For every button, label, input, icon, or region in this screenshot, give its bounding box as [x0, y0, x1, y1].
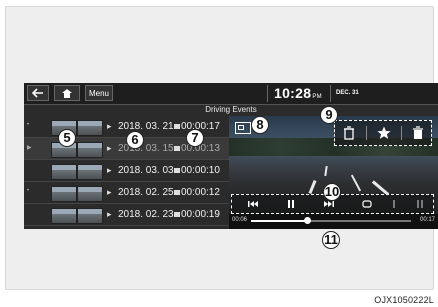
callout-11: 11	[322, 231, 340, 249]
progress-bar[interactable]: 00:06 00:17	[229, 214, 438, 229]
dashcam-icon: ▸	[107, 165, 112, 175]
event-duration: 00:00:19	[181, 209, 220, 220]
row-marker-icon	[27, 166, 31, 174]
row-marker-icon: •	[27, 188, 30, 194]
back-arrow-icon	[32, 88, 43, 98]
front-camera-thumbnail	[51, 208, 77, 224]
progress-handle[interactable]	[304, 217, 311, 224]
delete-icon[interactable]	[410, 125, 426, 141]
event-date: 2018. 03. 03	[118, 165, 174, 176]
callout-10: 10	[323, 183, 341, 201]
progress-track[interactable]	[251, 217, 411, 224]
divider	[401, 126, 402, 140]
date-display: DEC. 31	[336, 90, 359, 96]
home-button[interactable]	[54, 85, 80, 101]
skip-back-icon[interactable]	[246, 197, 260, 211]
road-marking	[308, 179, 317, 195]
extra-icon[interactable]	[387, 197, 401, 211]
divider	[267, 85, 268, 102]
video-clip-icon	[174, 211, 180, 217]
dashcam-icon: ▸	[107, 187, 112, 197]
clock-meridiem: PM	[312, 94, 322, 100]
event-date: 2018. 03. 21	[118, 121, 174, 132]
event-date: 2018. 02. 25	[118, 187, 174, 198]
front-camera-thumbnail	[51, 164, 77, 180]
event-duration-group: 00:00:12	[174, 186, 220, 199]
star-icon[interactable]	[376, 125, 392, 141]
callout-7: 7	[186, 129, 204, 147]
rear-camera-thumbnail	[77, 120, 103, 136]
road-marking	[350, 174, 362, 192]
dashcam-icon: ▸	[107, 209, 112, 219]
repeat-icon[interactable]	[360, 197, 374, 211]
elapsed-time: 00:06	[232, 217, 248, 223]
row-marker-icon: ▶	[27, 145, 32, 151]
event-duration-group: 00:00:19	[174, 208, 220, 221]
front-camera-thumbnail	[51, 186, 77, 202]
video-clip-icon	[174, 123, 180, 129]
row-marker-icon	[27, 210, 31, 218]
back-button[interactable]	[27, 85, 49, 101]
callout-8: 8	[251, 116, 269, 134]
top-bar: Menu 10:28PM DEC. 31	[24, 83, 438, 105]
callout-9: 9	[320, 106, 338, 124]
road-marking	[324, 165, 328, 177]
dashcam-icon: ▸	[107, 143, 112, 153]
infotainment-screen: Menu 10:28PM DEC. 31 Driving Events • ▸ …	[24, 83, 438, 229]
event-duration-group: 00:00:10	[174, 164, 220, 177]
progress-fill	[251, 220, 307, 222]
event-date: 2018. 02. 23	[118, 209, 174, 220]
clock-time: 10:28	[274, 85, 312, 101]
clock: 10:28PM	[274, 85, 322, 101]
rear-camera-thumbnail	[77, 142, 103, 158]
trash-icon[interactable]	[341, 125, 357, 141]
divider	[366, 126, 367, 140]
pause-icon[interactable]	[284, 197, 298, 211]
video-action-bar	[334, 120, 432, 146]
list-item[interactable]: ▸ 2018. 02. 23 00:00:19	[24, 204, 229, 226]
total-time: 00:17	[419, 217, 435, 223]
pip-view-icon[interactable]	[235, 122, 251, 134]
divider	[330, 85, 331, 102]
rear-camera-thumbnail	[77, 208, 103, 224]
row-marker-icon: •	[27, 122, 30, 128]
rear-camera-thumbnail	[77, 186, 103, 202]
list-item[interactable]: ▸ 2018. 03. 03 00:00:10	[24, 160, 229, 182]
extra-icon-2[interactable]	[413, 197, 427, 211]
dashcam-icon: ▸	[107, 121, 112, 131]
callout-6: 6	[126, 131, 144, 149]
event-duration: 00:00:12	[181, 187, 220, 198]
home-icon	[62, 89, 72, 98]
page-title: Driving Events	[205, 105, 257, 114]
rear-camera-thumbnail	[77, 164, 103, 180]
video-clip-icon	[174, 167, 180, 173]
figure-code: OJX1050222L	[374, 295, 434, 305]
video-clip-icon	[174, 145, 180, 151]
menu-button[interactable]: Menu	[85, 85, 113, 101]
callout-5: 5	[58, 129, 76, 147]
list-item[interactable]: • ▸ 2018. 02. 25 00:00:12	[24, 182, 229, 204]
video-clip-icon	[174, 189, 180, 195]
event-duration: 00:00:10	[181, 165, 220, 176]
